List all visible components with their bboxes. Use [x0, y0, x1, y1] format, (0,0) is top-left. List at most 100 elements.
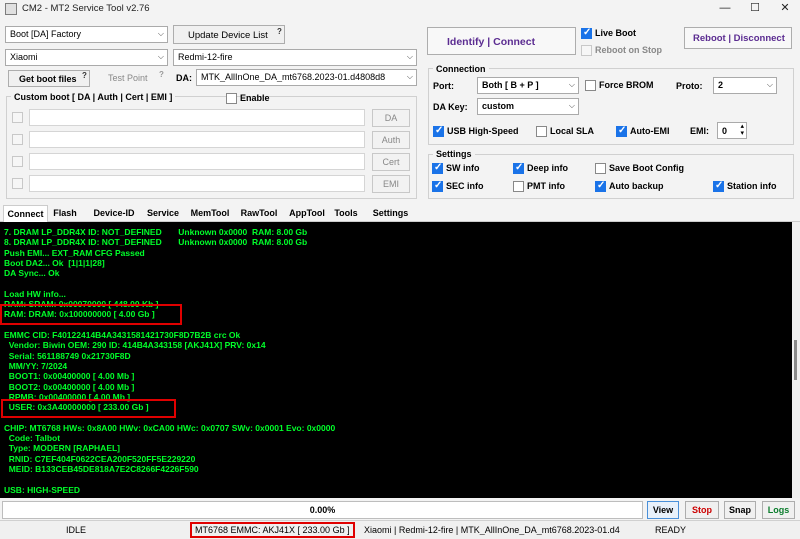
help-icon: ?	[277, 27, 282, 36]
sec-info-checkbox[interactable]	[432, 180, 443, 192]
tab-flash[interactable]: Flash	[50, 205, 80, 222]
maximize-button[interactable]: ☐	[740, 0, 770, 18]
minimize-button[interactable]: —	[710, 0, 740, 18]
get-boot-files-button[interactable]: Get boot files ?	[8, 70, 90, 87]
da-browse-button[interactable]: DA	[372, 109, 410, 127]
auth-path-field[interactable]	[29, 131, 365, 148]
save-boot-config-label: Save Boot Config	[609, 163, 685, 173]
dakey-value: custom	[482, 101, 515, 111]
tab-rawtool[interactable]: RawTool	[237, 205, 281, 222]
progress-bar: 0.00%	[2, 501, 643, 519]
pmt-info-checkbox[interactable]	[513, 181, 524, 192]
reboot-disconnect-button[interactable]: Reboot | Disconnect	[684, 27, 792, 49]
auto-backup-label: Auto backup	[609, 181, 664, 191]
tab-tools[interactable]: Tools	[331, 205, 361, 222]
tab-settings[interactable]: Settings	[368, 205, 413, 222]
da-custom-checkbox[interactable]	[12, 112, 23, 123]
dakey-select[interactable]: custom ⌵	[477, 98, 579, 115]
snap-button[interactable]: Snap	[724, 501, 756, 519]
enable-label: Enable	[240, 93, 270, 103]
proto-select[interactable]: 2 ⌵	[713, 77, 777, 94]
main-window: CM2 - MT2 Service Tool v2.76 — ☐ ✕ Boot …	[0, 0, 800, 539]
console-line: Push EMI... EXT_RAM CFG Passed	[4, 247, 145, 258]
update-device-list-button[interactable]: Update Device List ?	[173, 25, 285, 44]
chevron-down-icon: ⌵	[568, 101, 575, 110]
deep-info-checkbox[interactable]	[513, 162, 524, 174]
brand-select[interactable]: Xiaomi ⌵	[5, 49, 168, 66]
get-boot-files-label: Get boot files	[19, 74, 77, 84]
console-line: MM/YY: 7/2024	[4, 360, 68, 371]
model-value: Redmi-12-fire	[178, 52, 233, 62]
chevron-down-icon: ⌵	[568, 80, 575, 89]
identify-connect-button[interactable]: Identify | Connect	[427, 27, 576, 55]
reboot-on-stop-checkbox[interactable]	[581, 45, 592, 56]
view-button[interactable]: View	[647, 501, 679, 519]
live-boot-label: Live Boot	[595, 28, 637, 38]
console-line: Boot DA2... Ok [1|1|1|28]	[4, 257, 105, 268]
console-line: Serial: 561188749 0x21730F8D	[4, 350, 131, 361]
port-select[interactable]: Both [ B + P ] ⌵	[477, 77, 579, 94]
window-title: CM2 - MT2 Service Tool v2.76	[22, 3, 150, 14]
console-scroll-thumb[interactable]	[794, 340, 797, 380]
tab-apptool[interactable]: AppTool	[285, 205, 329, 222]
da-path-field[interactable]	[29, 109, 365, 126]
cert-path-field[interactable]	[29, 153, 365, 170]
auto-emi-checkbox[interactable]	[616, 125, 627, 137]
app-icon	[5, 3, 17, 15]
cert-custom-checkbox[interactable]	[12, 156, 23, 167]
settings-title: Settings	[433, 149, 475, 159]
da-file-select[interactable]: MTK_AllInOne_DA_mt6768.2023-01.d4808d8 ⌵	[196, 69, 417, 86]
auto-emi-label: Auto-EMI	[630, 126, 670, 136]
usb-high-speed-checkbox[interactable]	[433, 125, 444, 137]
stepper-down-icon[interactable]: ▾	[740, 129, 744, 137]
emi-browse-button[interactable]: EMI	[372, 175, 410, 193]
test-point-label: Test Point	[108, 73, 148, 83]
reboot-on-stop-label: Reboot on Stop	[595, 45, 662, 55]
emi-stepper[interactable]: 0 ▴ ▾	[717, 122, 747, 139]
enable-checkbox[interactable]	[226, 93, 237, 104]
emi-label: EMI:	[690, 126, 709, 136]
status-ready: READY	[655, 525, 687, 535]
live-boot-checkbox[interactable]	[581, 27, 592, 39]
proto-value: 2	[718, 80, 724, 90]
tab-service[interactable]: Service	[143, 205, 183, 222]
console-line: RNID: C7EF404F0622CEA200F520FF5E229220	[4, 453, 196, 464]
sw-info-checkbox[interactable]	[432, 162, 443, 174]
local-sla-checkbox[interactable]	[536, 126, 547, 137]
cert-browse-button[interactable]: Cert	[372, 153, 410, 171]
port-label: Port:	[433, 81, 454, 91]
local-sla-label: Local SLA	[550, 126, 595, 136]
pmt-info-label: PMT info	[527, 181, 565, 191]
console-line: Type: MODERN [RAPHAEL]	[4, 443, 121, 454]
stop-button[interactable]: Stop	[685, 501, 719, 519]
save-boot-config-checkbox[interactable]	[595, 163, 606, 174]
model-select[interactable]: Redmi-12-fire ⌵	[173, 49, 417, 66]
console-line: USB: HIGH-SPEED	[4, 484, 81, 495]
tab-connect[interactable]: Connect	[3, 205, 48, 222]
chevron-down-icon: ⌵	[406, 72, 413, 81]
console-line: Code: Talbot	[4, 433, 61, 443]
force-brom-checkbox[interactable]	[585, 80, 596, 91]
boot-mode-value: Boot [DA] Factory	[10, 29, 82, 39]
settings-group	[428, 154, 794, 199]
test-point-button[interactable]: Test Point ?	[96, 70, 168, 87]
station-info-checkbox[interactable]	[713, 180, 724, 192]
auto-backup-checkbox[interactable]	[595, 180, 606, 192]
emi-custom-checkbox[interactable]	[12, 178, 23, 189]
emi-path-field[interactable]	[29, 175, 365, 192]
tab-device-id[interactable]: Device-ID	[89, 205, 139, 222]
emi-value: 0	[722, 126, 728, 136]
log-console[interactable]: 7. DRAM LP_DDR4X ID: NOT_DEFINED Unknown…	[0, 222, 792, 498]
chevron-down-icon: ⌵	[157, 52, 164, 61]
title-bar: CM2 - MT2 Service Tool v2.76 — ☐ ✕	[0, 0, 800, 18]
chevron-down-icon: ⌵	[406, 52, 413, 61]
console-line: MEID: B133CEB45DE818A7E2C8266F4226F590	[4, 463, 199, 474]
boot-mode-select[interactable]: Boot [DA] Factory ⌵	[5, 26, 168, 43]
auth-custom-checkbox[interactable]	[12, 134, 23, 145]
auth-browse-button[interactable]: Auth	[372, 131, 410, 149]
tab-memtool[interactable]: MemTool	[187, 205, 233, 222]
close-button[interactable]: ✕	[770, 0, 800, 18]
console-line: Load HW info...	[4, 288, 66, 299]
dakey-label: DA Key:	[433, 102, 468, 112]
logs-button[interactable]: Logs	[762, 501, 795, 519]
